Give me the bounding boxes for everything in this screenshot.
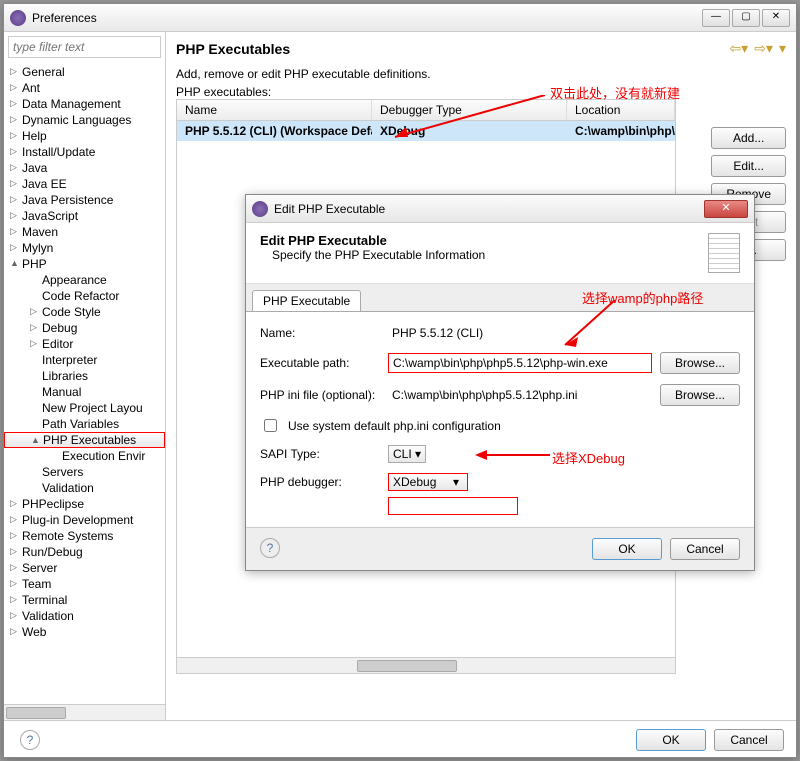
sapi-label: SAPI Type: [260,447,380,461]
ini-input[interactable] [388,386,652,404]
back-icon[interactable]: ⇦▾ [729,40,748,57]
sidebar: ▷General▷Ant▷Data Management▷Dynamic Lan… [4,32,166,720]
tree-node[interactable]: ▷Maven [4,224,165,240]
add-button[interactable]: Add... [711,127,786,149]
col-location[interactable]: Location [567,100,675,120]
tree-node[interactable]: ▷Web [4,624,165,640]
tree-node[interactable]: Execution Envir [4,448,165,464]
name-value: PHP 5.5.12 (CLI) [388,324,740,342]
cell-debugger: XDebug [372,121,567,141]
cancel-button[interactable]: Cancel [714,729,784,751]
tree-node[interactable]: Code Refactor [4,288,165,304]
tree-node[interactable]: ▷Help [4,128,165,144]
tree-node[interactable]: ▷Ant [4,80,165,96]
tree-node[interactable]: ▷Java Persistence [4,192,165,208]
name-label: Name: [260,326,380,340]
tree-node[interactable]: ▷Debug [4,320,165,336]
tree-node[interactable]: New Project Layou [4,400,165,416]
tree-node[interactable]: ▷Mylyn [4,240,165,256]
list-label: PHP executables: [176,85,786,99]
titlebar: Preferences — ▢ ✕ [4,4,796,32]
tree-node[interactable]: ▷Server [4,560,165,576]
sidebar-hscroll[interactable] [4,704,165,720]
maximize-button[interactable]: ▢ [732,9,760,27]
cell-name: PHP 5.5.12 (CLI) (Workspace Defa... [177,121,372,141]
use-default-ini-label: Use system default php.ini configuration [288,419,501,433]
filter-input[interactable] [8,36,161,58]
browse-exe-button[interactable]: Browse... [660,352,740,374]
dialog-cancel-button[interactable]: Cancel [670,538,740,560]
tree-node[interactable]: Servers [4,464,165,480]
tree-node[interactable]: ▷Java [4,160,165,176]
table-row[interactable]: PHP 5.5.12 (CLI) (Workspace Defa... XDeb… [177,121,675,141]
debugger-label: PHP debugger: [260,475,380,489]
edit-button[interactable]: Edit... [711,155,786,177]
tree-node[interactable]: ▷Terminal [4,592,165,608]
use-default-ini-checkbox[interactable] [264,419,277,432]
tree-node[interactable]: ▷Code Style [4,304,165,320]
dialog-close-button[interactable]: ✕ [704,200,748,218]
footer: ? OK Cancel [4,720,796,758]
preferences-tree[interactable]: ▷General▷Ant▷Data Management▷Dynamic Lan… [4,62,165,704]
forward-icon[interactable]: ⇨▾ [754,40,773,57]
dialog-header: Edit PHP Executable [260,233,387,248]
sapi-select[interactable]: CLI ▾ [388,445,426,463]
server-icon [708,233,740,273]
page-title: PHP Executables [176,41,723,57]
tree-node[interactable]: ▷PHPeclipse [4,496,165,512]
tree-node[interactable]: Appearance [4,272,165,288]
tab-bar: PHP Executable [246,284,754,311]
app-icon [10,10,26,26]
tree-node[interactable]: Libraries [4,368,165,384]
tree-node[interactable]: ▷Java EE [4,176,165,192]
dialog-icon [252,201,268,217]
col-debugger[interactable]: Debugger Type [372,100,567,120]
table-hscroll[interactable] [177,657,675,673]
debugger-select[interactable]: XDebug ▾ [388,473,468,491]
window-title: Preferences [32,11,702,25]
tree-node[interactable]: ▷Validation [4,608,165,624]
dialog-subheader: Specify the PHP Executable Information [272,248,485,262]
tree-node[interactable]: ▷Dynamic Languages [4,112,165,128]
exe-path-label: Executable path: [260,356,380,370]
tree-node[interactable]: Interpreter [4,352,165,368]
browse-ini-button[interactable]: Browse... [660,384,740,406]
col-name[interactable]: Name [177,100,372,120]
tree-node[interactable]: ▷Install/Update [4,144,165,160]
tree-node[interactable]: ▲PHP [4,256,165,272]
debugger-highlight-box [388,497,518,515]
close-button[interactable]: ✕ [762,9,790,27]
tree-node[interactable]: ▷Remote Systems [4,528,165,544]
tab-php-executable[interactable]: PHP Executable [252,290,361,311]
page-description: Add, remove or edit PHP executable defin… [176,67,786,81]
ok-button[interactable]: OK [636,729,706,751]
tree-node[interactable]: Manual [4,384,165,400]
cell-location: C:\wamp\bin\php\p [567,121,675,141]
exe-path-input[interactable] [388,353,652,373]
tree-node[interactable]: ▷Data Management [4,96,165,112]
tree-node[interactable]: ▷Team [4,576,165,592]
tree-node[interactable]: ▷General [4,64,165,80]
tree-node[interactable]: ▷JavaScript [4,208,165,224]
tree-node[interactable]: ▷Editor [4,336,165,352]
help-icon[interactable]: ? [20,730,40,750]
tree-node[interactable]: Path Variables [4,416,165,432]
tree-node[interactable]: ▷Plug-in Development [4,512,165,528]
minimize-button[interactable]: — [702,9,730,27]
ini-label: PHP ini file (optional): [260,388,380,402]
dialog-ok-button[interactable]: OK [592,538,662,560]
dialog-help-icon[interactable]: ? [260,538,280,558]
tree-node[interactable]: ▲PHP Executables [4,432,165,448]
edit-executable-dialog: Edit PHP Executable ✕ Edit PHP Executabl… [245,194,755,571]
tree-node[interactable]: ▷Run/Debug [4,544,165,560]
menu-icon[interactable]: ▾ [779,40,786,57]
tree-node[interactable]: Validation [4,480,165,496]
dialog-title: Edit PHP Executable [274,202,704,216]
